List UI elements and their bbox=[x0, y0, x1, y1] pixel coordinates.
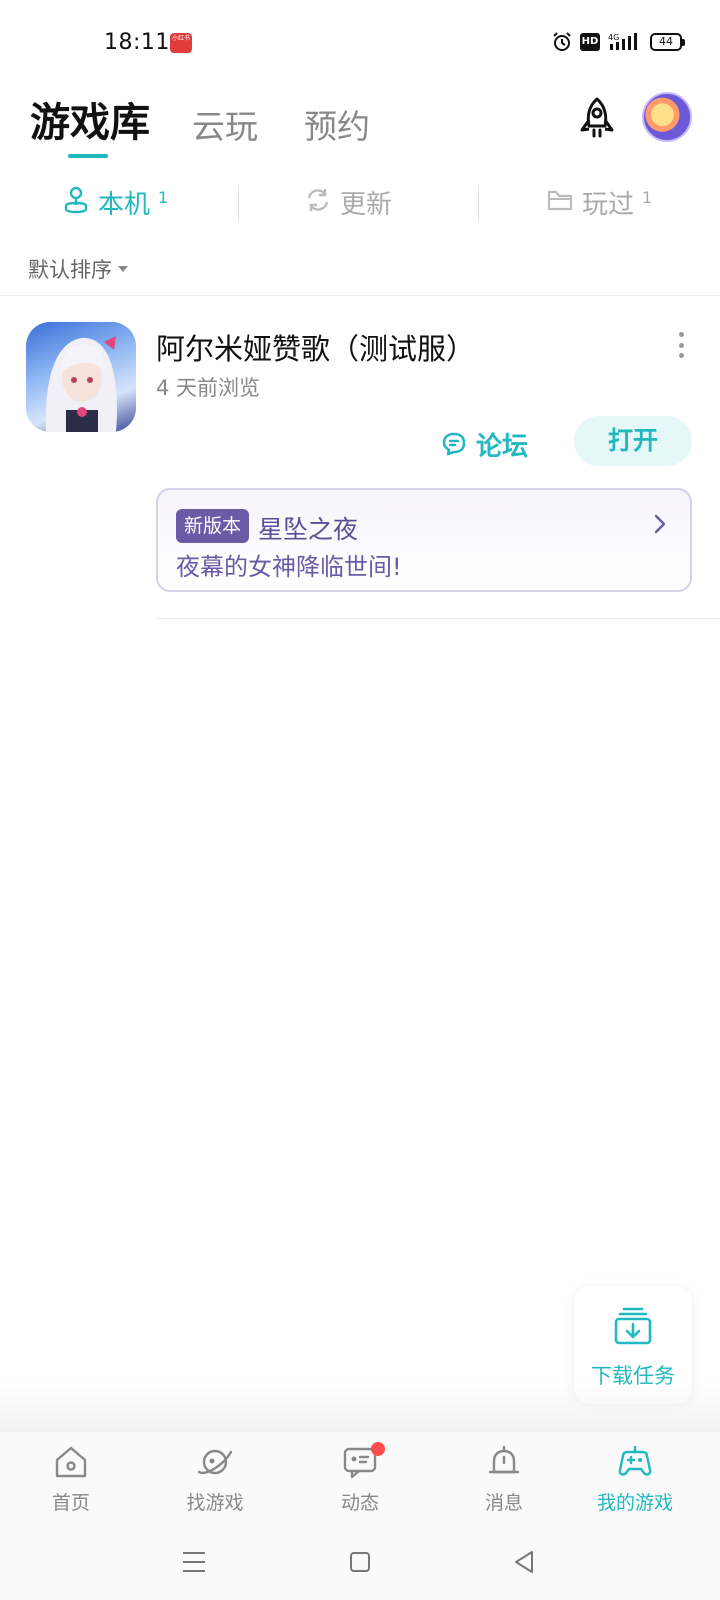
caret-down-icon bbox=[118, 266, 128, 272]
more-options-icon[interactable] bbox=[676, 332, 686, 358]
subtab-played[interactable]: 玩过 1 bbox=[546, 184, 652, 221]
game-last-viewed: 4 天前浏览 bbox=[156, 376, 261, 400]
svg-text:4G: 4G bbox=[608, 33, 619, 42]
signal-4g-icon: 4G bbox=[608, 33, 637, 50]
divider bbox=[156, 618, 720, 619]
subtab-played-label: 玩过 bbox=[582, 190, 635, 220]
nav-feed[interactable]: 动态 bbox=[305, 1442, 415, 1515]
status-time: 18:11 bbox=[104, 30, 170, 55]
status-icons: HD 4G 44 bbox=[552, 32, 685, 52]
home-icon bbox=[55, 1446, 87, 1478]
bottom-fade bbox=[0, 1380, 720, 1432]
nav-my-games-label: 我的游戏 bbox=[596, 1492, 673, 1514]
sort-label: 默认排序 bbox=[28, 258, 112, 282]
tab-game-library[interactable]: 游戏库 bbox=[30, 90, 150, 148]
menu-icon[interactable] bbox=[180, 1548, 208, 1576]
forum-button[interactable]: 论坛 bbox=[440, 420, 528, 468]
nav-home-label: 首页 bbox=[51, 1492, 90, 1514]
news-title: 星坠之夜 bbox=[258, 515, 359, 544]
user-avatar[interactable] bbox=[642, 92, 692, 142]
header: 游戏库 云玩 预约 bbox=[0, 90, 720, 170]
subtab-local[interactable]: 本机 1 bbox=[62, 184, 168, 221]
alarm-icon bbox=[553, 32, 571, 51]
subtab-local-label: 本机 bbox=[98, 190, 151, 220]
news-description: 夜幕的女神降临世间! bbox=[176, 553, 402, 581]
system-nav-bar bbox=[0, 1526, 720, 1600]
folder-icon bbox=[547, 190, 573, 211]
nav-home[interactable]: 首页 bbox=[16, 1442, 126, 1515]
nav-find-games[interactable]: 找游戏 bbox=[160, 1442, 270, 1515]
new-version-badge: 新版本 bbox=[176, 509, 250, 543]
joystick-icon bbox=[64, 186, 88, 214]
gamepad-icon bbox=[618, 1446, 652, 1476]
download-tray-icon bbox=[614, 1307, 652, 1345]
subtab-played-count: 1 bbox=[642, 188, 653, 207]
home-square-icon[interactable] bbox=[346, 1548, 374, 1576]
hd-icon: HD bbox=[580, 33, 600, 51]
active-tab-indicator bbox=[68, 154, 108, 158]
subtab-divider bbox=[238, 186, 239, 220]
subtabs: 本机 1 更新 玩过 1 bbox=[0, 176, 720, 232]
refresh-icon bbox=[307, 189, 329, 211]
game-title[interactable]: 阿尔米娅赞歌（测试服） bbox=[156, 326, 475, 368]
chevron-right-icon bbox=[654, 514, 666, 534]
divider bbox=[0, 295, 720, 296]
nav-messages-label: 消息 bbox=[484, 1492, 523, 1514]
battery-indicator: 44 bbox=[650, 33, 685, 51]
tab-cloud-play[interactable]: 云玩 bbox=[192, 100, 258, 148]
status-bar: 18:11 小红书 HD 4G 44 bbox=[0, 0, 720, 90]
subtab-local-count: 1 bbox=[158, 188, 169, 207]
bell-icon bbox=[488, 1445, 520, 1474]
nav-find-games-label: 找游戏 bbox=[186, 1492, 244, 1514]
sort-dropdown[interactable]: 默认排序 bbox=[28, 254, 128, 284]
new-version-card[interactable]: 新版本 星坠之夜 夜幕的女神降临世间! bbox=[156, 488, 692, 592]
game-icon[interactable] bbox=[26, 322, 136, 432]
tab-reservation[interactable]: 预约 bbox=[304, 100, 370, 148]
forum-label: 论坛 bbox=[476, 431, 529, 462]
open-game-button[interactable]: 打开 bbox=[574, 416, 692, 466]
nav-messages[interactable]: 消息 bbox=[449, 1442, 559, 1515]
rocket-icon[interactable] bbox=[574, 96, 620, 142]
notification-dot bbox=[371, 1442, 385, 1456]
subtab-update[interactable]: 更新 bbox=[304, 184, 392, 221]
nav-my-games[interactable]: 我的游戏 bbox=[580, 1442, 690, 1515]
subtab-update-label: 更新 bbox=[340, 190, 393, 220]
subtab-divider bbox=[478, 186, 479, 220]
nav-feed-label: 动态 bbox=[340, 1492, 379, 1514]
bottom-nav: 首页 找游戏 动态 消息 我的游戏 bbox=[0, 1432, 720, 1526]
forum-chat-icon bbox=[442, 432, 466, 456]
xiaohongshu-app-icon: 小红书 bbox=[170, 33, 192, 53]
back-triangle-icon[interactable] bbox=[510, 1548, 538, 1576]
planet-icon bbox=[197, 1449, 233, 1475]
game-character-art bbox=[45, 336, 117, 432]
